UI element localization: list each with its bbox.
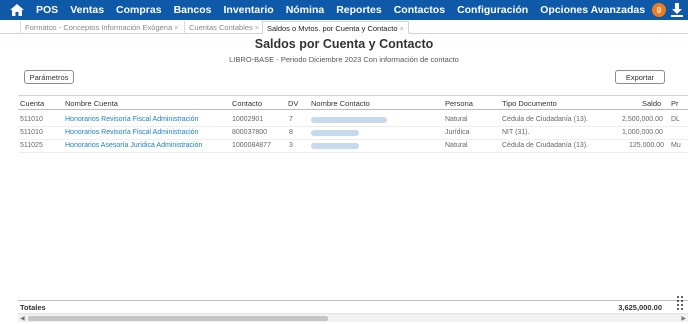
table-row: 511025 Honorarios Asesoría Jurídica Admi… (18, 140, 688, 153)
nav-contactos[interactable]: Contactos (394, 4, 445, 16)
nav-inventario[interactable]: Inventario (224, 4, 274, 16)
cell-tipo-documento: Cédula de Ciudadanía (13). (502, 142, 589, 149)
cell-persona: Jurídica (445, 129, 470, 136)
scroll-right-icon[interactable]: ▶ (681, 315, 686, 322)
cell-saldo: 2,500,000.00 (622, 116, 663, 123)
close-icon[interactable]: × (174, 23, 178, 32)
cell-tipo-documento: Cédula de Ciudadanía (13). (502, 116, 589, 123)
cell-contacto: 1000084877 (232, 142, 271, 149)
tab-label: Saldos o Mvtos. por Cuenta y Contacto (267, 24, 398, 33)
cell-dv: 8 (289, 129, 293, 136)
scrollbar-thumb[interactable] (28, 316, 328, 321)
redacted-contact-name (311, 130, 359, 136)
col-dv[interactable]: DV (288, 99, 298, 108)
cell-tipo-documento: NIT (31). (502, 129, 530, 136)
nav-configuracion[interactable]: Configuración (457, 4, 528, 16)
nav-bancos[interactable]: Bancos (174, 4, 212, 16)
col-persona[interactable]: Persona (445, 99, 473, 108)
cell-nombre-cuenta[interactable]: Honorarios Revisoría Fiscal Administraci… (65, 129, 198, 136)
close-icon[interactable]: × (400, 24, 404, 33)
col-pr[interactable]: Pr (671, 99, 679, 108)
close-icon[interactable]: × (255, 23, 259, 32)
export-button[interactable]: Exportar (615, 70, 665, 84)
report-subtitle: LIBRO-BASE - Periodo Diciembre 2023 Con … (229, 55, 459, 64)
cell-persona: Natural (445, 116, 468, 123)
tab-label: Formatos - Conceptos Información Exógena (25, 23, 173, 32)
cell-dv: 7 (289, 116, 293, 123)
totals-label: Totales (20, 303, 46, 312)
cell-cuenta: 511010 (20, 116, 43, 123)
cell-nombre-cuenta[interactable]: Honorarios Asesoría Jurídica Administrac… (65, 142, 202, 149)
cell-contacto: 800037800 (232, 129, 268, 136)
nav-opciones-avanzadas[interactable]: Opciones Avanzadas (540, 4, 645, 16)
table-row: 511010 Honorarios Revisoría Fiscal Admin… (18, 114, 688, 127)
cell-saldo: 1,000,000.00 (622, 129, 663, 136)
redacted-contact-name (311, 143, 359, 149)
cell-pr: Mu (671, 142, 681, 149)
nav-nomina[interactable]: Nómina (286, 4, 325, 16)
table-row: 511010 Honorarios Revisoría Fiscal Admin… (18, 127, 688, 140)
totals-value: 3,625,000.00 (618, 303, 662, 312)
tab-formatos-exogena[interactable]: Formatos - Conceptos Información Exógena… (20, 21, 183, 34)
table-header: Cuenta Nombre Cuenta Contacto DV Nombre … (18, 95, 688, 110)
totals-row: Totales 3,625,000.00 (18, 300, 688, 313)
nav-reportes[interactable]: Reportes (336, 4, 382, 16)
col-nombre-cuenta[interactable]: Nombre Cuenta (65, 99, 118, 108)
col-contacto[interactable]: Contacto (232, 99, 262, 108)
nav-ventas[interactable]: Ventas (70, 4, 104, 16)
nav-pos[interactable]: POS (36, 4, 58, 16)
col-nombre-contacto[interactable]: Nombre Contacto (311, 99, 370, 108)
tab-label: Cuentas Contables (189, 23, 253, 32)
tab-bar: Formatos - Conceptos Información Exógena… (0, 20, 688, 34)
horizontal-scrollbar[interactable]: ◀ ▶ (18, 313, 688, 322)
scroll-left-icon[interactable]: ◀ (20, 315, 25, 322)
download-icon[interactable] (670, 2, 684, 18)
cell-saldo: 125,000.00 (629, 142, 665, 149)
tab-cuentas-contables[interactable]: Cuentas Contables × (184, 21, 263, 34)
col-cuenta[interactable]: Cuenta (20, 99, 44, 108)
cell-cuenta: 511010 (20, 129, 43, 136)
col-tipo-documento[interactable]: Tipo Documento (502, 99, 557, 108)
redacted-contact-name (311, 117, 387, 123)
grip-icon[interactable] (675, 294, 685, 314)
cell-dv: 3 (289, 142, 293, 149)
cell-persona: Natural (445, 142, 468, 149)
cell-pr: DL (671, 116, 680, 123)
cell-nombre-cuenta[interactable]: Honorarios Revisoría Fiscal Administraci… (65, 116, 198, 123)
nav-compras[interactable]: Compras (116, 4, 162, 16)
col-saldo[interactable]: Saldo (642, 99, 661, 108)
page-title: Saldos por Cuenta y Contacto (254, 37, 434, 51)
top-navbar: POS Ventas Compras Bancos Inventario Nóm… (0, 0, 688, 20)
tab-saldos-cuenta-contacto[interactable]: Saldos o Mvtos. por Cuenta y Contacto × (262, 21, 409, 34)
home-icon[interactable] (8, 1, 26, 19)
parameters-button[interactable]: Parámetros (24, 70, 74, 84)
cell-contacto: 10002901 (232, 116, 264, 123)
notification-badge[interactable]: 0 (652, 3, 666, 17)
cell-cuenta: 511025 (20, 142, 43, 149)
